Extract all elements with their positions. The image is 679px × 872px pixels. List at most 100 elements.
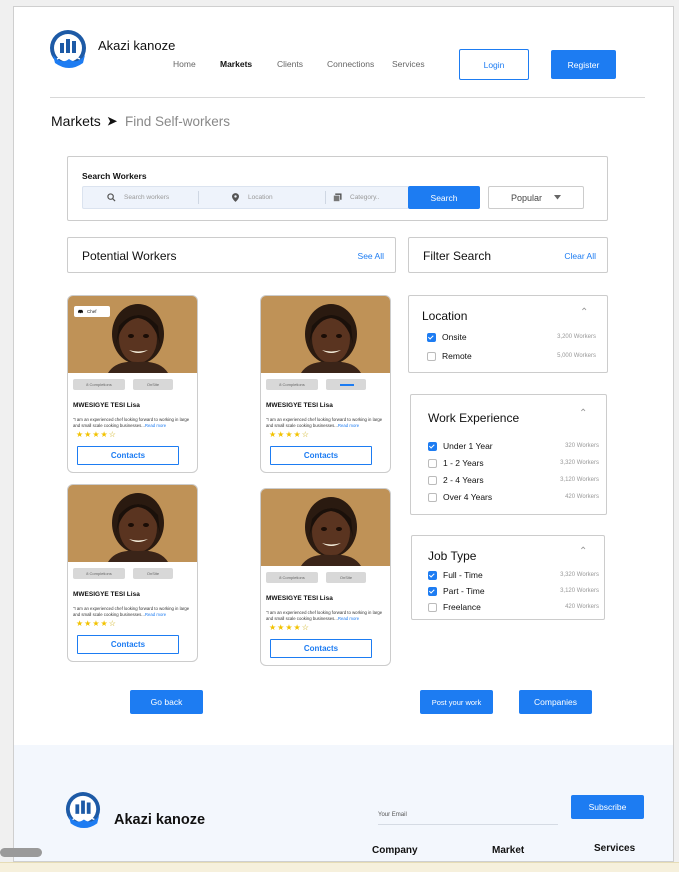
- filter-option[interactable]: Full - Time 3,320 Workers: [428, 569, 599, 581]
- chevron-up-icon[interactable]: ⌃: [580, 307, 588, 318]
- read-more-link[interactable]: Read more: [145, 612, 166, 617]
- checkbox-checked[interactable]: [428, 586, 437, 596]
- checkbox-checked[interactable]: [428, 441, 437, 451]
- search-workers-input[interactable]: Search workers: [107, 187, 169, 208]
- location-input[interactable]: Location: [232, 187, 273, 208]
- nav-clients[interactable]: Clients: [277, 59, 303, 69]
- category-input[interactable]: Category..: [333, 187, 380, 208]
- star-filled-icon: ★: [92, 619, 101, 628]
- nav-home[interactable]: Home: [173, 59, 196, 69]
- location-filter-panel: Location ⌃ Onsite 3,200 Workers Remote 5,00…: [408, 295, 608, 373]
- contacts-button[interactable]: Contacts: [77, 635, 179, 654]
- role-badge-label: Chef: [87, 309, 97, 314]
- worker-name[interactable]: MWESIGYE TESI Lisa: [266, 402, 333, 409]
- see-all-link[interactable]: See All: [358, 251, 384, 261]
- filter-option-label: Over 4 Years: [443, 492, 493, 502]
- worker-card[interactable]: Chef 8 Completions OnSite MWESIGYE TESI Lis…: [67, 295, 198, 473]
- filter-option[interactable]: Onsite 3,200 Workers: [427, 331, 596, 343]
- filter-option[interactable]: Remote 5,000 Workers: [427, 350, 596, 362]
- search-title: Search Workers: [82, 171, 147, 181]
- filter-option-count: 3,120 Workers: [560, 588, 599, 594]
- checkbox-unchecked[interactable]: [428, 492, 437, 502]
- companies-button[interactable]: Companies: [519, 690, 592, 714]
- worker-tags: 8 Completions OnSite: [73, 379, 194, 390]
- post-work-button[interactable]: Post your work: [420, 690, 493, 714]
- rating-stars: ★★★★☆: [269, 623, 310, 632]
- category-icon: [333, 193, 342, 202]
- chevron-up-icon[interactable]: ⌃: [579, 546, 587, 557]
- rating-stars: ★★★★☆: [76, 430, 117, 439]
- worker-tags: 8 Completions: [266, 379, 387, 390]
- completions-tag: 8 Completions: [73, 568, 125, 579]
- checkbox-unchecked[interactable]: [428, 475, 437, 485]
- footer-logo-icon[interactable]: [65, 791, 101, 831]
- filter-option[interactable]: Under 1 Year 320 Workers: [428, 440, 599, 452]
- star-filled-icon: ★: [293, 430, 302, 439]
- read-more-link[interactable]: Read more: [338, 616, 359, 621]
- worker-card[interactable]: 8 Completions OnSite MWESIGYE TESI Lisa "I …: [67, 484, 198, 662]
- work-mode-tag: [326, 379, 366, 390]
- worker-card[interactable]: 8 Completions MWESIGYE TESI Lisa "I am an …: [260, 295, 391, 473]
- checkbox-unchecked[interactable]: [427, 351, 436, 361]
- nav-connections[interactable]: Connections: [327, 59, 374, 69]
- worker-tags: 8 Completions OnSite: [73, 568, 194, 579]
- filter-option-count: 3,120 Workers: [560, 477, 599, 483]
- login-button[interactable]: Login: [459, 49, 529, 80]
- read-more-link[interactable]: Read more: [338, 423, 359, 428]
- worker-card[interactable]: 8 Completions OnSite MWESIGYE TESI Lisa "I …: [260, 488, 391, 666]
- contacts-button[interactable]: Contacts: [270, 446, 372, 465]
- register-button[interactable]: Register: [551, 50, 616, 79]
- read-more-link[interactable]: Read more: [145, 423, 166, 428]
- worker-name[interactable]: MWESIGYE TESI Lisa: [73, 402, 140, 409]
- potential-workers-header: Potential Workers See All: [67, 237, 396, 273]
- worker-name[interactable]: MWESIGYE TESI Lisa: [73, 591, 140, 598]
- search-button[interactable]: Search: [408, 186, 480, 209]
- work-mode-tag: OnSite: [133, 379, 173, 390]
- star-filled-icon: ★: [76, 619, 85, 628]
- potential-workers-title: Potential Workers: [82, 249, 177, 263]
- filter-option[interactable]: 1 - 2 Years 3,320 Workers: [428, 457, 599, 469]
- checkbox-checked[interactable]: [428, 570, 437, 580]
- go-back-button[interactable]: Go back: [130, 690, 203, 714]
- worker-description-text: "I am an experienced chef looking forwar…: [73, 606, 190, 617]
- horizontal-scrollbar[interactable]: [0, 848, 42, 857]
- clear-all-link[interactable]: Clear All: [564, 251, 596, 261]
- chevron-up-icon[interactable]: ⌃: [579, 408, 587, 419]
- worker-name[interactable]: MWESIGYE TESI Lisa: [266, 595, 333, 602]
- filter-option-count: 3,200 Workers: [557, 334, 596, 340]
- filter-option-label: Freelance: [443, 602, 481, 612]
- footer-brand: Akazi kanoze: [114, 812, 206, 828]
- filter-option-count: 320 Workers: [565, 443, 599, 449]
- car-icon: [78, 309, 83, 314]
- contacts-button[interactable]: Contacts: [77, 446, 179, 465]
- filter-option-label: 2 - 4 Years: [443, 475, 484, 485]
- location-filter-title: Location: [422, 309, 468, 323]
- search-separator: [325, 191, 326, 204]
- filter-option-label: Onsite: [442, 332, 467, 342]
- filter-option[interactable]: Part - Time 3,120 Workers: [428, 585, 599, 597]
- contacts-button[interactable]: Contacts: [270, 639, 372, 658]
- bottom-strip: [0, 862, 679, 872]
- work-mode-tag: OnSite: [326, 572, 366, 583]
- chevron-down-icon: [554, 195, 562, 200]
- brand-logo-icon[interactable]: [49, 29, 87, 71]
- filter-option[interactable]: 2 - 4 Years 3,120 Workers: [428, 474, 599, 486]
- footer-col-services[interactable]: Services: [594, 843, 635, 854]
- sort-dropdown[interactable]: Popular: [488, 186, 584, 209]
- completions-tag: 8 Completions: [266, 379, 318, 390]
- search-workers-panel: Search Workers Search workers Location C…: [67, 156, 608, 221]
- checkbox-unchecked[interactable]: [428, 602, 437, 612]
- footer-col-company[interactable]: Company: [372, 845, 418, 856]
- filter-option[interactable]: Freelance 420 Workers: [428, 601, 599, 613]
- nav-markets[interactable]: Markets: [220, 59, 252, 69]
- filter-option-label: Full - Time: [443, 570, 483, 580]
- footer-col-market[interactable]: Market: [492, 845, 524, 856]
- filter-option[interactable]: Over 4 Years 420 Workers: [428, 491, 599, 503]
- subscribe-button[interactable]: Subscribe: [571, 795, 644, 819]
- email-input[interactable]: Your Email: [378, 809, 558, 825]
- breadcrumb-root[interactable]: Markets: [51, 113, 101, 129]
- checkbox-checked[interactable]: [427, 332, 436, 342]
- nav-services[interactable]: Services: [392, 59, 425, 69]
- checkbox-unchecked[interactable]: [428, 458, 437, 468]
- rating-stars: ★★★★☆: [269, 430, 310, 439]
